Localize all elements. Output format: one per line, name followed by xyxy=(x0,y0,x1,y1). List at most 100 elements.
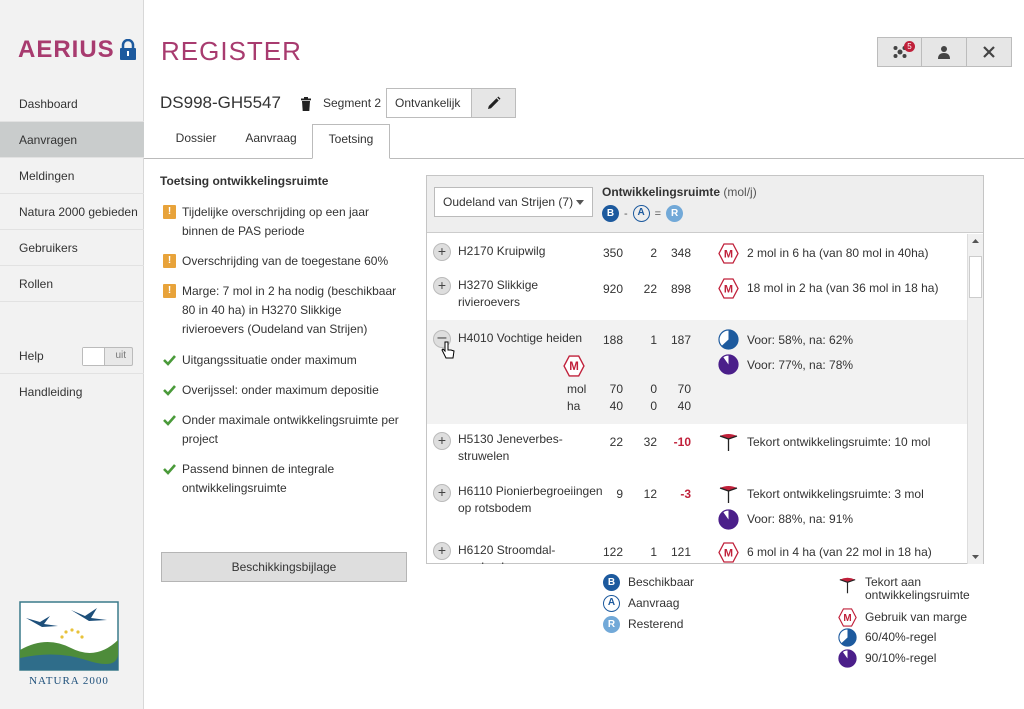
expand-icon[interactable]: + xyxy=(433,432,451,450)
tab-dossier[interactable]: Dossier xyxy=(166,124,226,159)
shortage-icon xyxy=(719,486,738,503)
expand-icon[interactable]: + xyxy=(433,542,451,560)
nav-item-natura2000[interactable]: Natura 2000 gebieden xyxy=(0,194,144,230)
beschikbaar-icon: B xyxy=(603,573,620,591)
legend-label: 90/10%-regel xyxy=(865,650,937,665)
habitat-name: H4010 Vochtige heiden xyxy=(458,331,583,345)
table-row: + H6110 Pionierbegroeiingen op rotsbodem … xyxy=(427,476,967,534)
ha-label: ha xyxy=(567,399,581,413)
aanvraag-icon: A xyxy=(632,205,650,222)
value-b: 350 xyxy=(602,246,623,260)
beschikkingsbijlage-button[interactable]: Beschikkingsbijlage xyxy=(161,552,407,582)
indicator-text: Voor: 58%, na: 62% xyxy=(747,333,854,347)
habitat-name: H2170 Kruipwilg xyxy=(458,244,546,258)
status-field[interactable]: Ontvankelijk xyxy=(386,88,472,118)
aerius-logo[interactable]: AERIUS xyxy=(18,36,137,64)
check-item: Overijssel: onder maximum depositie xyxy=(163,381,403,400)
user-button[interactable] xyxy=(922,37,967,67)
value-a: 22 xyxy=(643,282,657,296)
minus-sign: - xyxy=(624,207,628,220)
nav-item-meldingen[interactable]: Meldingen xyxy=(0,158,144,194)
tab-aanvraag[interactable]: Aanvraag xyxy=(238,124,304,159)
habitat-name: H6110 Pionierbegroeiingen op rotsbodem xyxy=(458,484,603,515)
legend-label: Resterend xyxy=(628,616,684,631)
scroll-up-icon[interactable] xyxy=(968,234,983,248)
notifications-button[interactable]: 5 xyxy=(877,37,922,67)
sidebar: AERIUS Dashboard Aanvragen Meldingen Nat… xyxy=(0,0,144,709)
table-row: + H3270 Slikkige rivieroevers 920 22 898 … xyxy=(427,270,967,320)
panel-title-unit: (mol/j) xyxy=(723,185,757,199)
warning-icon: ! xyxy=(163,205,176,219)
indicator-text: Tekort ontwikkelingsruimte: 3 mol xyxy=(747,487,924,501)
value-r: 898 xyxy=(670,282,691,296)
marge-icon: M xyxy=(718,278,739,299)
detail-mol-r: 70 xyxy=(677,382,691,396)
expand-icon[interactable]: + xyxy=(433,277,451,295)
tab-toetsing[interactable]: Toetsing xyxy=(312,124,390,159)
detail-mol-a: 0 xyxy=(650,382,657,396)
check-text: Passend binnen de integrale ontwikkeling… xyxy=(182,462,335,495)
value-b: 9 xyxy=(616,487,623,501)
value-r: -10 xyxy=(673,435,691,449)
check-text: Marge: 7 mol in 2 ha nodig (beschikbaar … xyxy=(182,284,397,336)
legend-label: Gebruik van marge xyxy=(865,609,968,624)
value-a: 12 xyxy=(643,487,657,501)
help-toggle[interactable]: uit xyxy=(82,347,133,366)
rule-90-10-icon xyxy=(718,354,739,375)
aanvraag-icon: A xyxy=(603,594,620,612)
svg-text:M: M xyxy=(569,361,579,373)
value-b: 22 xyxy=(609,435,623,449)
lock-icon xyxy=(119,38,137,61)
formula: B - A = R xyxy=(602,205,684,222)
manual-link[interactable]: Handleiding xyxy=(0,374,144,410)
toggle-label: uit xyxy=(115,350,126,361)
nav-item-aanvragen[interactable]: Aanvragen xyxy=(0,122,144,158)
detail-ha-a: 0 xyxy=(650,399,657,413)
shortage-icon xyxy=(839,577,856,594)
legend-label: Aanvraag xyxy=(628,595,680,610)
help-label: Help xyxy=(19,348,44,363)
check-text: Overijssel: onder maximum depositie xyxy=(182,383,379,397)
expand-icon[interactable]: + xyxy=(433,484,451,502)
legend-label: 60/40%-regel xyxy=(865,629,937,644)
help-row: Help uit xyxy=(0,338,144,374)
check-item: ! Tijdelijke overschrijding op een jaar … xyxy=(163,203,403,241)
value-a: 32 xyxy=(643,435,657,449)
scroll-thumb[interactable] xyxy=(969,256,982,298)
indicator-text: Voor: 88%, na: 91% xyxy=(747,512,854,526)
marge-icon: M xyxy=(838,607,857,627)
segment-label: Segment 2 xyxy=(323,96,382,110)
check-item: Passend binnen de integrale ontwikkeling… xyxy=(163,460,403,498)
checkmark-icon xyxy=(163,355,176,366)
detail-ha-b: 40 xyxy=(609,399,623,413)
notification-badge: 5 xyxy=(904,41,915,52)
trash-icon[interactable] xyxy=(300,97,312,111)
scrollbar[interactable] xyxy=(967,234,983,564)
value-a: 1 xyxy=(650,545,657,559)
nav-item-dashboard[interactable]: Dashboard xyxy=(0,86,144,122)
nav-item-rollen[interactable]: Rollen xyxy=(0,266,144,302)
legend-beschikbaar: B Beschikbaar xyxy=(603,573,694,591)
table-row: + H2170 Kruipwilg 350 2 348 M 2 mol in 6… xyxy=(427,234,967,270)
scroll-down-icon[interactable] xyxy=(968,550,983,564)
value-b: 188 xyxy=(602,333,623,347)
expand-icon[interactable]: + xyxy=(433,243,451,261)
area-select[interactable]: Oudeland van Strijen (7) xyxy=(434,187,593,217)
table-row: + H5130 Jeneverbes-struwelen 22 32 -10 T… xyxy=(427,424,967,476)
check-text: Overschrijding van de toegestane 60% xyxy=(182,254,389,268)
habitat-name: H3270 Slikkige rivieroevers xyxy=(458,278,539,309)
edit-button[interactable] xyxy=(472,88,516,118)
indicator-text: Voor: 77%, na: 78% xyxy=(747,358,854,372)
page-title: REGISTER xyxy=(161,36,302,66)
check-item: Uitgangssituatie onder maximum xyxy=(163,351,403,370)
legend-marge: M Gebruik van marge xyxy=(838,607,968,627)
detail-mol-b: 70 xyxy=(609,382,623,396)
marge-icon: M xyxy=(563,355,585,377)
table-row-expanded: – H4010 Vochtige heiden 188 1 187 Voor: … xyxy=(427,320,967,424)
panel-title-text: Ontwikkelingsruimte xyxy=(602,185,721,199)
toggle-knob xyxy=(83,348,105,365)
check-text: Onder maximale ontwikkelingsruimte per p… xyxy=(182,413,399,446)
close-button[interactable] xyxy=(967,37,1012,67)
value-r: -3 xyxy=(680,487,691,501)
nav-item-gebruikers[interactable]: Gebruikers xyxy=(0,230,144,266)
